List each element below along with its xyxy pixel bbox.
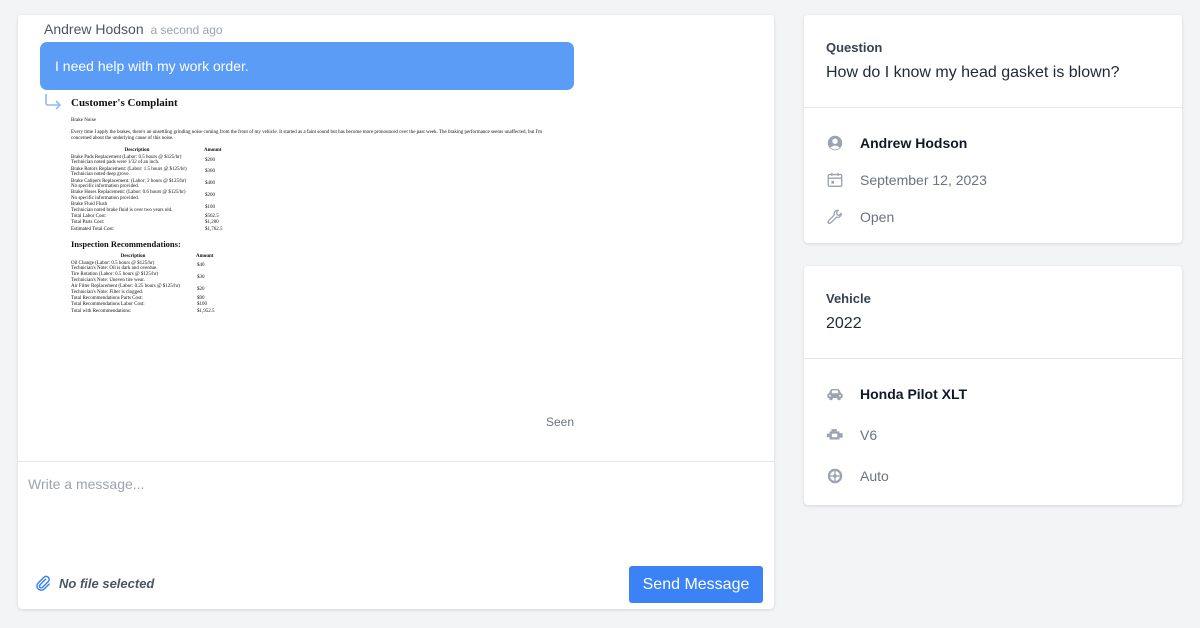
row-note: Technician's Note: Filter is clogged. [71, 289, 144, 295]
row-description: Air Filter Replacement (Labor: 0.25 hour… [71, 284, 195, 296]
table-row: Tire Rotation (Labor: 0.5 hours @ $125/h… [71, 272, 215, 284]
inspection-table: Description Amount Oil Change (Labor: 0.… [71, 254, 215, 315]
compose-area: No file selected Send Message [18, 461, 774, 609]
row-note: Technician's Note: Uneven tire wear. [71, 277, 145, 283]
vehicle-card: Vehicle 2022 Honda Pilot XLT V6 Auto [804, 266, 1182, 505]
row-description: Brake Pads Replacement (Labor: 0.5 hours… [71, 154, 203, 166]
row-line: Total with Recommendations: [71, 308, 132, 314]
row-note: Technician noted brake fluid is over two… [71, 207, 173, 213]
customer-row: Andrew Hodson [826, 134, 967, 152]
row-amount: $1,952.5 [197, 308, 215, 314]
table-row: Brake Rotors Replacement: (Labor: 1.5 ho… [71, 166, 223, 178]
row-description: Brake Rotors Replacement: (Labor: 1.5 ho… [71, 166, 203, 178]
message-bubble: I need help with my work order. [40, 42, 574, 90]
vehicle-model: Honda Pilot XLT [860, 386, 968, 402]
row-description: Oil Change (Labor: 0.5 hours @ $125/hr) T… [71, 260, 195, 272]
vehicle-header: Vehicle 2022 [804, 266, 1182, 359]
question-label: Question [826, 40, 883, 55]
table-row: Total with Recommendations: $1,952.5 [71, 308, 215, 314]
file-status: No file selected [59, 576, 155, 591]
send-message-button[interactable]: Send Message [629, 566, 763, 603]
table-row: Air Filter Replacement (Labor: 0.25 hour… [71, 284, 215, 296]
row-note: No specific information provided. [71, 195, 140, 201]
row-amount: $100 [205, 204, 215, 210]
document-paragraph: Every time I apply the brakes, there's a… [71, 130, 543, 141]
question-status: Open [860, 209, 895, 225]
sender-name: Andrew Hodson [44, 21, 144, 37]
paperclip-icon[interactable] [34, 574, 52, 592]
row-description: Brake Calipers Replacement: (Labor: 2 ho… [71, 178, 203, 190]
table-row: Brake Pads Replacement (Labor: 0.5 hours… [71, 154, 223, 166]
engine-icon [826, 429, 843, 440]
message-header: Andrew Hodson a second ago [44, 21, 223, 37]
table-row: Brake Hoses Replacement: (Labor: 0.6 hou… [71, 190, 223, 202]
row-note: Technician noted deep grove. [71, 172, 130, 178]
question-card: Question How do I know my head gasket is… [804, 15, 1182, 243]
row-note: Technician's Note: Oil is dark and overd… [71, 266, 158, 271]
reply-arrow-icon [45, 94, 62, 110]
table-row: Brake Calipers Replacement: (Labor: 2 ho… [71, 178, 223, 190]
status-row: Open [826, 208, 894, 226]
row-note: Technician noted pads were 1/32 of an in… [71, 160, 160, 166]
vehicle-transmission: Auto [860, 468, 889, 484]
row-description: Brake Hoses Replacement: (Labor: 0.6 hou… [71, 190, 203, 202]
message-time: a second ago [150, 23, 223, 37]
calendar-icon [827, 172, 843, 187]
cost-table: Description Amount Brake Pads Replacemen… [71, 148, 223, 233]
question-text: How do I know my head gasket is blown? [826, 64, 1120, 81]
row-description: Total with Recommendations: [71, 308, 195, 314]
table-row: Brake Fluid Flush Technician noted brake … [71, 202, 223, 214]
question-header: Question How do I know my head gasket is… [804, 15, 1182, 108]
row-description: Tire Rotation (Labor: 0.5 hours @ $125/h… [71, 272, 195, 284]
row-line: Air Filter Replacement (Labor: 0.25 hour… [71, 284, 181, 290]
chat-panel: Andrew Hodson a second ago I need help w… [18, 15, 774, 609]
table-row: Oil Change (Labor: 0.5 hours @ $125/hr) T… [71, 260, 215, 272]
row-amount: $30 [197, 275, 205, 281]
row-amount: $400 [205, 181, 215, 187]
wrench-icon [827, 209, 842, 224]
transmission-row: Auto [826, 467, 889, 485]
gear-wheel-icon [827, 468, 843, 484]
seen-indicator: Seen [545, 415, 574, 429]
engine-row: V6 [826, 426, 877, 444]
row-amount: $1,762.5 [205, 226, 223, 232]
user-circle-icon [827, 135, 843, 151]
message-input[interactable] [28, 476, 528, 492]
row-line: Total Parts Cost: [71, 220, 105, 226]
document-subtitle: Brake Noise [71, 118, 96, 123]
document-title: Customer's Complaint [71, 97, 178, 109]
row-line: Brake Hoses Replacement: (Labor: 0.6 hou… [71, 190, 186, 196]
question-date: September 12, 2023 [860, 172, 987, 188]
row-amount: $20 [197, 286, 205, 292]
row-amount: $200 [205, 193, 215, 199]
vehicle-engine: V6 [860, 427, 878, 443]
row-note: No specific information provided. [71, 183, 140, 189]
row-line: Total Recommendations Labor Cost: [71, 302, 145, 308]
row-amount: $200 [205, 157, 215, 163]
message-thread[interactable]: Andrew Hodson a second ago I need help w… [18, 15, 774, 461]
row-line: Total Labor Cost: [71, 213, 107, 219]
row-line: Estimated Total Cost: [71, 226, 115, 232]
row-amount: $40 [197, 263, 205, 269]
vehicle-year: 2022 [826, 315, 862, 332]
work-order-attachment[interactable]: Customer's Complaint Brake Noise Every t… [71, 97, 571, 315]
inspection-title: Inspection Recommendations: [71, 238, 181, 249]
date-row: September 12, 2023 [826, 171, 987, 189]
table-row: Estimated Total Cost: $1,762.5 [71, 226, 223, 232]
row-description: Estimated Total Cost: [71, 226, 203, 232]
row-line: Total Recommendations Parts Cost: [71, 296, 143, 302]
row-amount: $300 [205, 169, 215, 175]
customer-name: Andrew Hodson [860, 135, 968, 151]
car-icon [827, 389, 843, 401]
vehicle-label: Vehicle [826, 291, 871, 306]
row-description: Brake Fluid Flush Technician noted brake … [71, 202, 203, 214]
model-row: Honda Pilot XLT [826, 385, 967, 403]
